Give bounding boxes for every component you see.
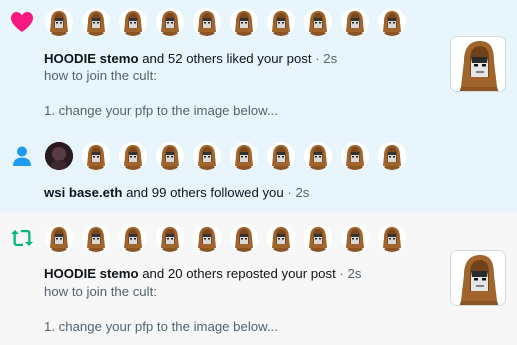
post-snippet-line2: 1. change your pfp to the image below... [44,103,278,118]
notification-text: wsi base.eth and 99 others followed you … [44,184,309,201]
avatar[interactable] [341,224,369,252]
post-snippet-line2: 1. change your pfp to the image below... [44,319,278,334]
avatar[interactable] [193,8,221,36]
avatar[interactable] [82,224,110,252]
avatar[interactable] [119,142,147,170]
avatar[interactable] [267,8,295,36]
avatar[interactable] [378,8,406,36]
avatar[interactable] [267,142,295,170]
avatar[interactable] [267,224,295,252]
avatar[interactable] [193,224,221,252]
avatar[interactable] [156,142,184,170]
avatar[interactable] [378,142,406,170]
separator: · [335,266,348,281]
person-icon [8,142,36,170]
repost-icon [8,224,36,252]
timestamp[interactable]: 2s [295,185,309,200]
avatar-row [45,224,406,252]
notification-follow[interactable]: wsi base.eth and 99 others followed you … [0,122,517,212]
timestamp[interactable]: 2s [347,266,361,281]
avatar[interactable] [119,224,147,252]
avatar[interactable] [82,8,110,36]
avatar-row [45,142,406,170]
avatar[interactable] [378,224,406,252]
avatar[interactable] [45,224,73,252]
action-text: and 20 others reposted your post [138,266,336,281]
avatar[interactable] [45,8,73,36]
avatar[interactable] [304,142,332,170]
post-snippet-line1: how to join the cult: [44,68,157,83]
avatar[interactable] [156,8,184,36]
separator: · [311,51,324,66]
notification-text: HOODIE stemo and 52 others liked your po… [44,50,337,67]
notification-like[interactable]: HOODIE stemo and 52 others liked your po… [0,0,517,122]
notification-repost[interactable]: HOODIE stemo and 20 others reposted your… [0,212,517,345]
avatar[interactable] [156,224,184,252]
actor-name[interactable]: wsi base.eth [44,185,122,200]
notification-text: HOODIE stemo and 20 others reposted your… [44,265,361,282]
heart-icon [8,8,36,36]
avatar[interactable] [119,8,147,36]
avatar[interactable] [230,224,258,252]
avatar[interactable] [193,142,221,170]
avatar[interactable] [341,142,369,170]
avatar[interactable] [341,8,369,36]
post-thumbnail[interactable] [450,36,506,92]
actor-name[interactable]: HOODIE stemo [44,51,139,66]
avatar[interactable] [230,8,258,36]
avatar[interactable] [45,142,73,170]
action-text: and 52 others liked your post [138,51,312,66]
post-snippet-line1: how to join the cult: [44,284,157,299]
avatar[interactable] [230,142,258,170]
actor-name[interactable]: HOODIE stemo [44,266,139,281]
action-text: and 99 others followed you [122,185,284,200]
post-thumbnail[interactable] [450,250,506,306]
avatar[interactable] [304,224,332,252]
separator: · [283,185,296,200]
avatar-row [45,8,406,36]
timestamp[interactable]: 2s [323,51,337,66]
avatar[interactable] [304,8,332,36]
avatar[interactable] [82,142,110,170]
